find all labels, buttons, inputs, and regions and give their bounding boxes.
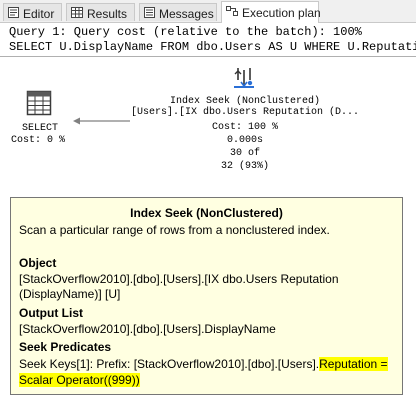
index-seek-rows-estimated: 32 (93%) — [220, 161, 269, 172]
index-seek-rows-actual: 30 of — [229, 148, 260, 159]
index-seek-cost: Cost: 100 % — [211, 122, 278, 133]
tooltip-seek-prefix: Seek Keys[1]: Prefix: [StackOverflow2010… — [19, 357, 320, 371]
tab-messages[interactable]: Messages — [139, 3, 217, 21]
tooltip-seek-highlight-1: Reputation = — [319, 357, 388, 371]
select-node[interactable]: SELECT Cost: 0 % — [10, 90, 70, 150]
index-seek-title: Index Seek (NonClustered) — [169, 96, 321, 107]
grid-icon — [71, 5, 83, 23]
tooltip-output-line: [StackOverflow2010].[dbo].[Users].Displa… — [19, 322, 276, 336]
tooltip-title: Index Seek (NonClustered) — [130, 206, 283, 220]
plan-arrow — [73, 117, 130, 125]
tooltip-object-line1: [StackOverflow2010].[dbo].[Users].[IX db… — [19, 272, 339, 286]
tab-editor[interactable]: Editor — [3, 3, 62, 21]
operator-tooltip: Index Seek (NonClustered) Scan a particu… — [10, 197, 403, 395]
tooltip-seek-line-2: Scalar Operator((999)) — [19, 373, 140, 387]
select-label: SELECT — [21, 123, 58, 134]
query-sql-line: SELECT U.DisplayName FROM dbo.Users AS U… — [9, 40, 416, 54]
index-seek-node[interactable]: Index Seek (NonClustered) [Users].[IX db… — [125, 66, 365, 186]
select-cost: Cost: 0 % — [10, 135, 65, 146]
query-cost-line: Query 1: Query cost (relative to the bat… — [9, 25, 362, 39]
index-seek-icon — [233, 66, 255, 95]
tooltip-seek-highlight-2: Scalar Operator((999)) — [19, 373, 140, 387]
tab-results[interactable]: Results — [66, 3, 135, 21]
tooltip-output-heading: Output List — [19, 306, 83, 320]
select-table-icon — [26, 90, 52, 121]
tab-bar: Editor Results Messages Execution plan — [0, 0, 416, 23]
index-seek-object: [Users].[IX dbo.Users Reputation (D... — [130, 107, 360, 118]
header-divider — [0, 56, 416, 57]
tooltip-seek-heading: Seek Predicates — [19, 340, 112, 354]
tooltip-object-heading: Object — [19, 256, 57, 270]
messages-icon — [144, 5, 155, 23]
plan-icon — [226, 3, 238, 23]
editor-icon — [8, 5, 19, 23]
tooltip-seek-line: Seek Keys[1]: Prefix: [StackOverflow2010… — [19, 357, 388, 371]
index-seek-time: 0.000s — [226, 135, 263, 146]
tooltip-description: Scan a particular range of rows from a n… — [19, 223, 330, 237]
tooltip-object-line2: (DisplayName)] [U] — [19, 287, 121, 301]
tab-execution-plan[interactable]: Execution plan — [221, 1, 321, 23]
